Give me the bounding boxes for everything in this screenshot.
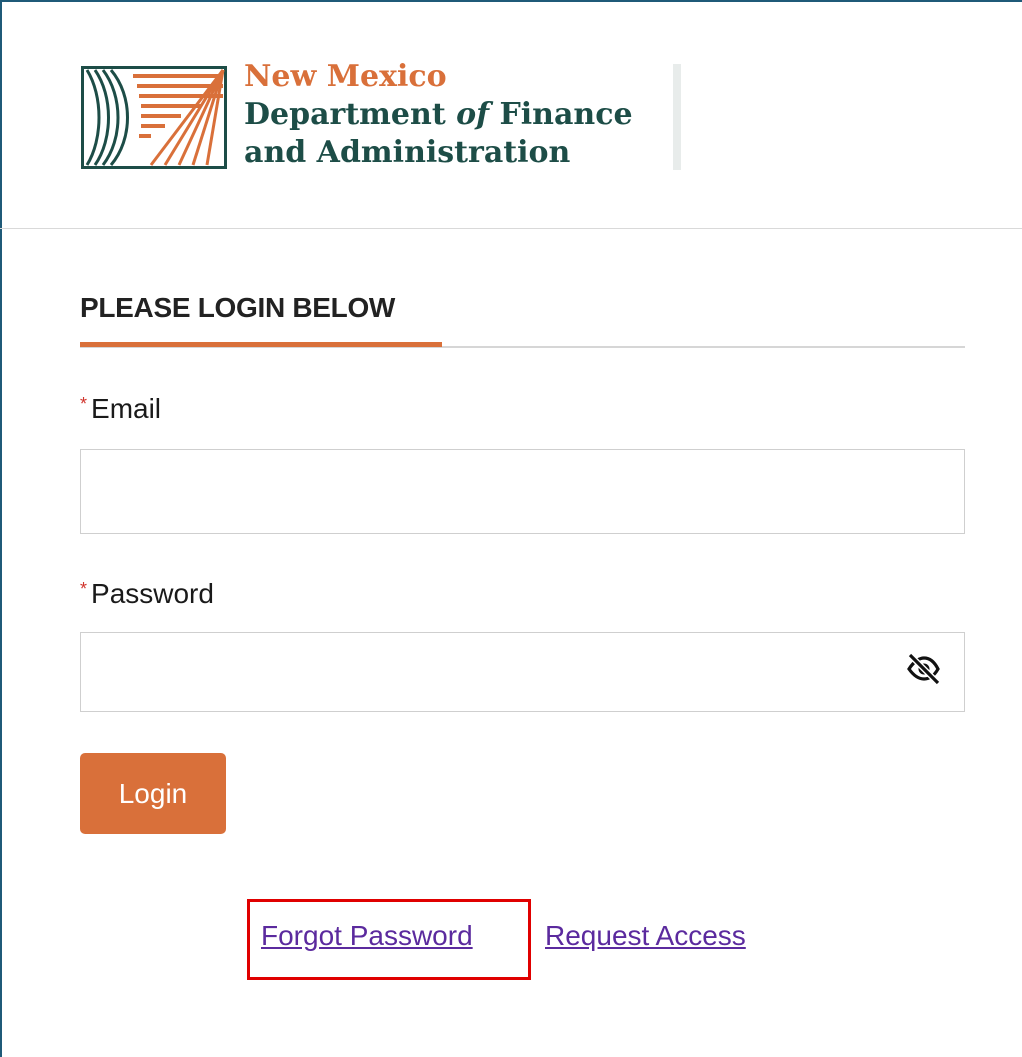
brand-line-3: and Administration [244,135,571,170]
email-label: * Email [80,393,161,425]
required-marker: * [80,394,88,414]
password-label: * Password [80,578,214,610]
brand-line-2-prefix: Department [244,97,457,132]
header: New Mexico Department of Finance and Adm… [0,0,1022,229]
page-title: PLEASE LOGIN BELOW [80,292,396,323]
heading-accent [80,342,442,347]
password-label-text: Password [91,578,214,609]
highlight-box [247,899,531,980]
login-button[interactable]: Login [80,753,226,834]
required-marker: * [80,579,88,599]
email-input[interactable] [80,449,965,534]
brand-line-2-suffix: Finance [489,97,633,132]
brand-line-2-of: of [456,97,490,132]
password-input[interactable] [80,632,965,712]
nm-dfa-logo-icon [81,66,227,169]
brand-name: New Mexico Department of Finance and Adm… [244,58,633,172]
brand-line-1: New Mexico [244,59,447,94]
request-access-link[interactable]: Request Access [545,920,746,952]
header-divider [673,64,681,170]
email-label-text: Email [91,393,162,424]
brand-line-2: Department of Finance [244,96,633,134]
eye-slash-icon[interactable] [904,649,942,687]
